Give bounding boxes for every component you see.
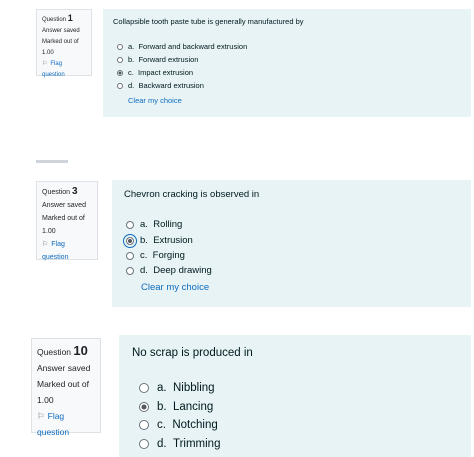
- flag-icon: ⚐: [42, 241, 49, 248]
- question-grade-value: 1.00: [42, 228, 56, 235]
- question-state: Answer saved: [37, 363, 91, 373]
- question-grade-value: 1.00: [37, 395, 54, 405]
- radio-button[interactable]: [139, 420, 149, 430]
- question-text: No scrap is produced in: [132, 347, 253, 359]
- answer-option-a[interactable]: a. Forward and backward extrusion: [117, 41, 247, 52]
- answer-option-c[interactable]: c. Forging: [126, 248, 185, 263]
- radio-button[interactable]: [117, 82, 123, 89]
- question-number: Question 1: [42, 13, 73, 23]
- radio-button[interactable]: [117, 56, 123, 63]
- radio-button[interactable]: [126, 220, 134, 229]
- flag-question-link[interactable]: ⚐ Flag question: [37, 408, 95, 440]
- clear-choice-link[interactable]: Clear my choice: [128, 96, 182, 105]
- question-content-10: No scrap is produced in a. Nibbling b. L…: [119, 335, 471, 457]
- question-content-1: Collapsible tooth paste tube is generall…: [103, 9, 471, 117]
- question-grade-label: Marked out of: [42, 39, 79, 45]
- answer-option-b[interactable]: b. Lancing: [139, 398, 213, 416]
- question-text: Collapsible tooth paste tube is generall…: [113, 17, 304, 26]
- answer-option-b[interactable]: b. Extrusion: [123, 233, 193, 248]
- flag-icon: ⚐: [37, 411, 45, 421]
- flag-icon: ⚐: [42, 61, 48, 67]
- answer-option-a[interactable]: a. Nibbling: [139, 379, 215, 397]
- divider: [36, 160, 68, 163]
- radio-button[interactable]: [139, 383, 149, 393]
- question-info-3: Question 3 Answer saved Marked out of 1.…: [36, 181, 98, 261]
- question-state: Answer saved: [42, 202, 86, 209]
- answer-option-b[interactable]: b. Forward extrusion: [117, 54, 198, 65]
- answer-option-d[interactable]: d. Backward extrusion: [117, 80, 204, 91]
- question-number: Question 10: [37, 343, 88, 358]
- question-grade-label: Marked out of: [37, 379, 89, 389]
- question-grade-value: 1.00: [42, 50, 54, 56]
- flag-question-link[interactable]: ⚐ Flag question: [42, 59, 86, 81]
- question-state: Answer saved: [42, 28, 80, 34]
- question-content-3: Chevron cracking is observed in a. Rolli…: [112, 180, 471, 307]
- answer-option-c[interactable]: c. Impact extrusion: [117, 67, 193, 78]
- radio-button-selected[interactable]: [139, 402, 149, 412]
- radio-button[interactable]: [117, 43, 123, 50]
- radio-button[interactable]: [126, 266, 134, 275]
- radio-button-selected[interactable]: [117, 69, 123, 76]
- question-info-10: Question 10 Answer saved Marked out of 1…: [31, 338, 101, 437]
- question-info-1: Question 1 Answer saved Marked out of 1.…: [36, 9, 92, 78]
- question-grade-label: Marked out of: [42, 215, 85, 222]
- radio-button[interactable]: [139, 439, 149, 449]
- radio-button[interactable]: [126, 251, 134, 260]
- answer-option-c[interactable]: c. Notching: [139, 416, 218, 434]
- question-text: Chevron cracking is observed in: [124, 189, 260, 200]
- clear-choice-link[interactable]: Clear my choice: [141, 282, 209, 293]
- flag-question-link[interactable]: ⚐ Flag question: [42, 238, 92, 264]
- answer-option-a[interactable]: a. Rolling: [126, 217, 182, 232]
- answer-option-d[interactable]: d. Deep drawing: [126, 263, 212, 278]
- question-number: Question 3: [42, 186, 78, 197]
- answer-option-d[interactable]: d. Trimming: [139, 435, 220, 453]
- radio-button-selected[interactable]: [123, 233, 137, 248]
